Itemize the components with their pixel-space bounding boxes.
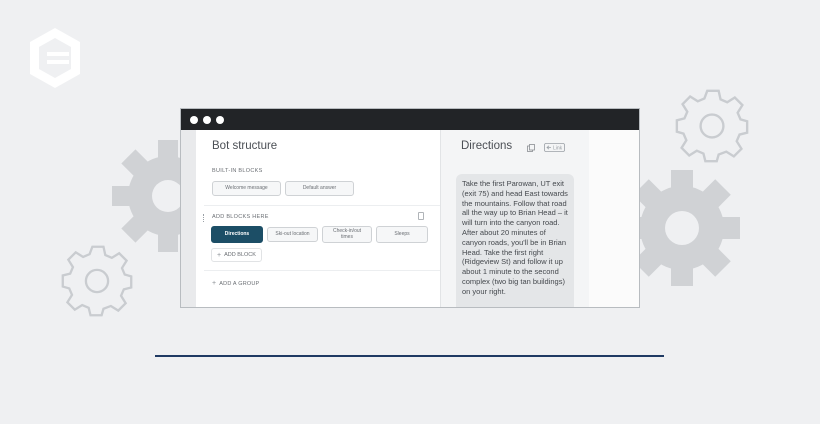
block-directions[interactable]: Directions [211,226,263,243]
add-group-link[interactable]: + ADD A GROUP [212,280,259,287]
copy-icon[interactable] [527,144,535,152]
plus-icon: + [217,251,222,259]
message-text-card[interactable]: Take the first Parowan, UT exit (exit 75… [456,174,574,307]
window-close-dot[interactable] [190,115,198,124]
bot-structure-pane: Bot structure BUILT-IN BLOCKS Welcome me… [196,130,440,307]
page-title: Bot structure [212,140,278,152]
block-check-in-out-times[interactable]: Check-in/out times [322,226,372,243]
window-content: Bot structure BUILT-IN BLOCKS Welcome me… [181,130,639,307]
add-block-label: ADD BLOCK [224,252,256,258]
sidebar-strip [181,130,196,307]
link-icon[interactable]: Link [544,143,565,152]
trash-icon[interactable] [418,212,424,220]
drag-handle-icon[interactable] [203,214,205,222]
right-gutter [589,130,639,307]
plus-icon: + [212,280,217,287]
built-in-blocks-label: BUILT-IN BLOCKS [212,168,263,174]
add-blocks-here-label: ADD BLOCKS HERE [212,214,269,220]
block-sleeps[interactable]: Sleeps [376,226,428,243]
block-ski-out-location[interactable]: Ski-out location [267,227,318,242]
block-default-answer[interactable]: Default answer [285,181,354,196]
section-divider [204,205,440,206]
link-icon-label: Link [553,146,563,152]
horizontal-rule [155,355,664,357]
block-title: Directions [461,140,513,152]
gear-icon [675,89,749,163]
section-divider [204,270,440,271]
logo-icon [30,28,80,88]
add-block-button[interactable]: + ADD BLOCK [211,248,262,262]
window-maximize-dot[interactable] [216,115,224,124]
window-titlebar [181,109,639,130]
window-minimize-dot[interactable] [203,115,211,124]
block-editor-pane: Directions Link Take the first Parowan, … [441,130,589,307]
app-window: Bot structure BUILT-IN BLOCKS Welcome me… [180,108,640,308]
block-welcome-message[interactable]: Welcome message [212,181,281,196]
gear-icon [61,245,133,317]
add-group-label: ADD A GROUP [219,281,260,287]
